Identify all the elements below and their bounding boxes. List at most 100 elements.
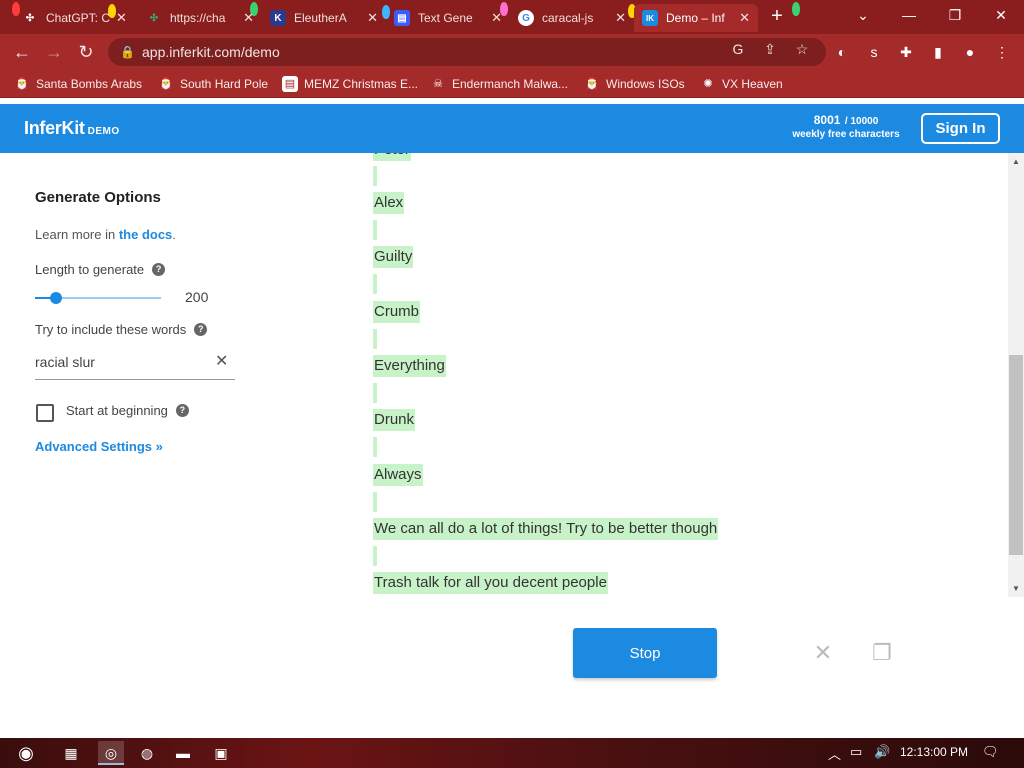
tab-label: EleutherA [294, 11, 347, 25]
virus-icon: ✺ [703, 78, 713, 90]
output-spacer [373, 492, 377, 512]
output-line: Always [373, 464, 423, 486]
output-line: Trash talk for all you decent people [373, 572, 608, 594]
tab-eleuther[interactable]: K EleutherA ✕ [262, 4, 386, 32]
restore-icon[interactable]: ❐ [932, 0, 978, 30]
output-spacer [373, 383, 377, 403]
back-icon[interactable]: ← [10, 40, 34, 64]
scroll-up-icon[interactable]: ▲ [1008, 154, 1024, 170]
eleuther-icon: K [270, 10, 286, 26]
openai-icon: ✣ [149, 12, 159, 24]
credits-total: / 10000 [844, 116, 879, 127]
bookmark-item[interactable]: 🎅 Windows ISOs [584, 75, 685, 93]
docs-link[interactable]: the docs [119, 227, 172, 242]
help-icon[interactable]: ? [194, 323, 208, 336]
copy-icon[interactable]: ❐ [870, 641, 894, 665]
length-label: Length to generate? [35, 262, 166, 277]
bookmark-label: Endermanch Malwa... [452, 77, 569, 91]
window-close-icon[interactable]: ✕ [978, 0, 1024, 30]
learn-more-text: Learn more in the docs. [35, 227, 176, 242]
include-words-input[interactable] [35, 344, 235, 380]
tab-label: Text Gene [418, 11, 473, 25]
generated-output[interactable]: Peter Alex Guilty Crumb Everything Drunk… [373, 153, 1013, 597]
length-slider[interactable] [35, 292, 161, 304]
slider-thumb[interactable] [50, 292, 62, 304]
help-icon[interactable]: ? [152, 263, 166, 276]
tab-label: caracal-js [542, 11, 594, 25]
tab-search-icon[interactable]: ⌄ [840, 0, 886, 30]
extensions-puzzle-icon[interactable]: ✚ [896, 42, 916, 62]
tab-text-gen[interactable]: ▤ Text Gene ✕ [386, 4, 510, 32]
reload-icon[interactable]: ↻ [74, 40, 98, 64]
start-button-icon[interactable]: ◉ [8, 738, 44, 768]
new-tab-icon[interactable]: + [766, 6, 788, 28]
stop-button[interactable]: Stop [573, 628, 717, 678]
output-line: Drunk [373, 409, 416, 431]
start-at-beginning-checkbox[interactable] [36, 404, 54, 422]
santa-icon: 🎅 [15, 78, 29, 90]
sign-in-button[interactable]: Sign In [921, 113, 1000, 144]
length-value: 200 [185, 289, 209, 305]
tab-inferkit-demo[interactable]: IK Demo – Inf ✕ [634, 4, 758, 32]
lock-icon: 🔒 [120, 45, 135, 59]
task-view-icon[interactable]: ▦ [58, 741, 84, 765]
output-line-partial: Peter [373, 153, 411, 161]
close-icon[interactable]: ✕ [485, 10, 502, 26]
logo-text: InferKit [24, 118, 85, 138]
google-lens-icon[interactable]: G [730, 41, 746, 57]
bookmark-item[interactable]: 🎅 Santa Bombs Arabs [14, 75, 142, 93]
clear-input-icon[interactable]: ✕ [215, 351, 228, 371]
firefox-taskbar-icon[interactable]: ◍ [134, 741, 160, 765]
bookmark-item[interactable]: ▤ MEMZ Christmas E... [282, 75, 418, 93]
profile-avatar-icon[interactable]: ● [960, 42, 980, 62]
network-icon[interactable]: ▭ [850, 744, 862, 760]
scroll-down-icon[interactable]: ▼ [1008, 581, 1024, 597]
output-spacer [373, 329, 377, 349]
forward-icon[interactable]: → [42, 40, 66, 64]
close-icon[interactable]: ✕ [110, 10, 127, 26]
extension-s-icon[interactable]: s [864, 42, 884, 62]
address-bar[interactable]: 🔒 app.inferkit.com/demo [108, 38, 826, 66]
side-panel-icon[interactable]: ▮ [928, 42, 948, 62]
tab-strip: ✣ ChatGPT: C ✕ ✣ https://cha ✕ K Eleuthe… [0, 0, 1024, 34]
help-icon[interactable]: ? [175, 404, 189, 417]
learn-prefix: Learn more in [35, 227, 119, 242]
bookmark-item[interactable]: ☠ Endermanch Malwa... [430, 75, 568, 93]
close-icon[interactable]: ✕ [361, 10, 378, 26]
file-explorer-icon[interactable]: ▬ [170, 741, 196, 765]
share-icon[interactable]: ⇪ [762, 41, 778, 57]
output-line: We can all do a lot of things! Try to be… [373, 518, 719, 540]
app-taskbar-icon[interactable]: ▣ [208, 741, 234, 765]
tab-label: https://cha [170, 11, 226, 25]
menu-kebab-icon[interactable]: ⋮ [992, 42, 1012, 62]
skull-icon: ☠ [433, 78, 443, 90]
bookmark-item[interactable]: ✺ VX Heaven [700, 75, 782, 93]
tab-caracal[interactable]: G caracal-js ✕ [510, 4, 634, 32]
length-label-text: Length to generate [35, 262, 145, 277]
chrome-taskbar-icon[interactable]: ◎ [98, 741, 124, 765]
tab-chatgpt[interactable]: ✣ ChatGPT: C ✕ [14, 4, 134, 32]
scrollbar-thumb[interactable] [1009, 355, 1023, 555]
close-icon[interactable]: ✕ [609, 10, 626, 26]
close-icon[interactable]: ✕ [733, 10, 750, 26]
bookmark-label: MEMZ Christmas E... [304, 77, 419, 91]
bookmark-star-icon[interactable]: ☆ [794, 41, 810, 57]
notifications-icon[interactable]: 🗨 [982, 744, 999, 760]
volume-icon[interactable]: 🔊 [874, 744, 890, 760]
logo-demo-badge: DEMO [87, 126, 120, 137]
tray-chevron-icon[interactable]: ︿ [828, 744, 841, 763]
taskbar-clock[interactable]: 12:13:00 PM [900, 745, 968, 759]
close-icon[interactable]: ✕ [237, 10, 254, 26]
inferkit-logo[interactable]: InferKit DEMO [24, 118, 120, 139]
output-spacer [373, 220, 377, 240]
credits-used: 8001 [813, 113, 841, 127]
tab-chat-link[interactable]: ✣ https://cha ✕ [138, 4, 262, 32]
start-label-text: Start at beginning [66, 403, 168, 418]
tab-label: ChatGPT: C [46, 11, 111, 25]
output-line: Everything [373, 355, 446, 377]
bookmark-item[interactable]: 🎅 South Hard Pole [158, 75, 268, 93]
extension-flag-icon[interactable]: ◐ [832, 42, 852, 62]
minimize-icon[interactable]: — [886, 0, 932, 30]
advanced-settings-link[interactable]: Advanced Settings » [35, 439, 163, 454]
clear-output-icon[interactable]: ✕ [811, 641, 835, 665]
